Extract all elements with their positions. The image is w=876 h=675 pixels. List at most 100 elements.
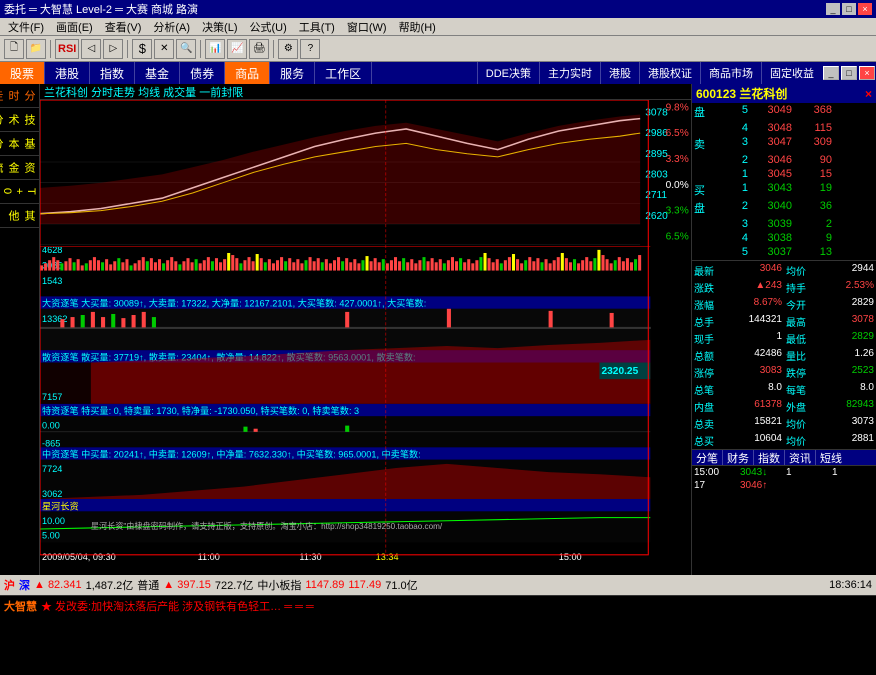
sh-change: ▲ 397.15: [163, 579, 211, 591]
menu-screen[interactable]: 画面(E): [50, 18, 99, 36]
zongshou-val: 144321: [738, 313, 784, 330]
sidebar-section-t0[interactable]: T+0高级: [0, 180, 39, 204]
tab-hk-warrant[interactable]: 港股权证: [639, 62, 700, 84]
sidebar-section-other[interactable]: 其他: [0, 204, 39, 228]
ask-label-1: [692, 167, 706, 181]
menu-file[interactable]: 文件(F): [2, 18, 50, 36]
zonge-label: 总额: [692, 347, 738, 364]
toolbar-search[interactable]: 🔍: [176, 39, 196, 59]
tab-fund[interactable]: 基金: [135, 62, 180, 84]
maximize-button[interactable]: □: [842, 3, 856, 15]
sep1: [50, 40, 51, 58]
bid-4-vol: 9: [794, 231, 834, 245]
zhangtting-label: 涨停: [692, 364, 738, 381]
tab-stocks[interactable]: 股票: [0, 62, 45, 84]
chart-header: 兰花科创 分时走势 均线 成交量 一前封限: [40, 84, 691, 100]
right-tab-index[interactable]: 指数: [753, 450, 784, 466]
toolbar-cross[interactable]: ✕: [154, 39, 174, 59]
tab-fixed-income[interactable]: 固定收益: [761, 62, 822, 84]
right-tab-fbi[interactable]: 分笔: [692, 450, 722, 466]
sidebar-capital[interactable]: 资金流向: [0, 158, 39, 177]
toolbar-settings[interactable]: ⚙: [278, 39, 298, 59]
tab-close[interactable]: ×: [859, 66, 875, 80]
svg-text:星河长资: 星河长资: [42, 500, 79, 511]
bid-3-price: 3039: [750, 217, 794, 231]
sh-amount2: 722.7亿: [215, 577, 254, 593]
tick-extra-2: [830, 479, 876, 492]
toolbar-print[interactable]: 🖨: [249, 39, 269, 59]
toolbar-open[interactable]: 📁: [26, 39, 46, 59]
menu-formula[interactable]: 公式(U): [244, 18, 293, 36]
bid-5-vol: 13: [794, 245, 834, 259]
ask-5-vol: 368: [794, 103, 834, 121]
menu-tools[interactable]: 工具(T): [293, 18, 341, 36]
minimize-button[interactable]: _: [826, 3, 840, 15]
tab-hk[interactable]: 港股: [600, 62, 639, 84]
tab-commodity-market[interactable]: 商品市场: [700, 62, 761, 84]
menu-window[interactable]: 窗口(W): [341, 18, 393, 36]
tab-dde[interactable]: DDE决策: [477, 62, 539, 84]
toolbar-dolar[interactable]: $: [132, 39, 152, 59]
toolbar-indicator2[interactable]: ▷: [103, 39, 123, 59]
jinkhai-label: 今开: [784, 296, 830, 313]
tab-hkstocks[interactable]: 港股: [45, 62, 90, 84]
tab-index[interactable]: 指数: [90, 62, 135, 84]
sidebar-t0[interactable]: T+0高级: [0, 182, 39, 201]
toolbar: 🗋 📁 RSI ◁ ▷ $ ✕ 🔍 📊 📈 🖨 ⚙ ?: [0, 36, 876, 62]
zonge-val: 42486: [738, 347, 784, 364]
menu-analysis[interactable]: 分析(A): [147, 18, 196, 36]
zongshou2-label: 总卖: [692, 415, 738, 432]
sh-label: 沪: [4, 577, 15, 593]
svg-text:11:00: 11:00: [198, 552, 220, 562]
menu-decision[interactable]: 决策(L): [196, 18, 243, 36]
ask-label-4: [692, 121, 706, 135]
sidebar-section-fundamental[interactable]: 基本分析: [0, 132, 39, 156]
toolbar-chart1[interactable]: 📊: [205, 39, 225, 59]
zongbi-val: 8.0: [738, 381, 784, 398]
waipan-label: 外盘: [784, 398, 830, 415]
right-tab-short[interactable]: 短线: [815, 450, 846, 466]
toolbar-new[interactable]: 🗋: [4, 39, 24, 59]
toolbar-rsi[interactable]: RSI: [55, 39, 79, 59]
stock-close[interactable]: ×: [865, 87, 872, 101]
tab-service[interactable]: 服务: [270, 62, 315, 84]
tab-maximize[interactable]: □: [841, 66, 857, 80]
sidebar-technical[interactable]: 技术分析: [0, 110, 39, 129]
svg-text:6.5%: 6.5%: [666, 231, 689, 242]
svg-text:15:00: 15:00: [559, 552, 582, 562]
tick-price-2: 3046↑: [738, 479, 784, 492]
sidebar-other[interactable]: 其他: [0, 206, 39, 225]
tab-bond[interactable]: 债券: [180, 62, 225, 84]
tab-main-realtime[interactable]: 主力实时: [539, 62, 600, 84]
svg-text:特资逐笔 特买量: 0, 特卖量: 1730, 特净量: -: 特资逐笔 特买量: 0, 特卖量: 1730, 特净量: -1730.050, …: [42, 405, 359, 416]
toolbar-help2[interactable]: ?: [300, 39, 320, 59]
tab-minimize[interactable]: _: [823, 66, 839, 80]
sidebar-section-technical[interactable]: 技术分析: [0, 108, 39, 132]
bid-1-price: 3043: [750, 181, 794, 199]
sidebar-section-timechart[interactable]: 分时走势: [0, 84, 39, 108]
stock-code-name: 600123 兰花科创: [696, 85, 787, 102]
bid-2-price: 3040: [750, 199, 794, 217]
zuixin-label: 最新: [692, 262, 738, 279]
zongshou2-val: 15821: [738, 415, 784, 432]
menu-help[interactable]: 帮助(H): [393, 18, 442, 36]
tab-bar: 股票 港股 指数 基金 债券 商品 服务 工作区 DDE决策 主力实时 港股 港…: [0, 62, 876, 84]
close-button[interactable]: ×: [858, 3, 872, 15]
sidebar-fundamental[interactable]: 基本分析: [0, 134, 39, 153]
sidebar-section-capital[interactable]: 资金流向: [0, 156, 39, 180]
ask-1-level: 1: [706, 167, 750, 181]
main-layout: 分时走势 技术分析 基本分析 资金流向 T+0高级 其他 兰花科创 分时走势 均…: [0, 84, 876, 575]
tab-commodity[interactable]: 商品: [225, 62, 270, 84]
ask-2-vol: 90: [794, 153, 834, 167]
right-tab-finance[interactable]: 财务: [722, 450, 753, 466]
right-tab-news[interactable]: 资讯: [784, 450, 815, 466]
toolbar-indicator1[interactable]: ◁: [81, 39, 101, 59]
neipan-label: 内盘: [692, 398, 738, 415]
right-panel: 600123 兰花科创 × 盘 5 3049 368 4 3048 115 卖 …: [691, 84, 876, 575]
mid-change: 117.49: [348, 579, 381, 591]
menu-view[interactable]: 查看(V): [99, 18, 148, 36]
tab-workspace[interactable]: 工作区: [315, 62, 372, 84]
sidebar-timechart[interactable]: 分时走势: [0, 86, 39, 105]
svg-text:7724: 7724: [42, 464, 62, 474]
toolbar-chart2[interactable]: 📈: [227, 39, 247, 59]
